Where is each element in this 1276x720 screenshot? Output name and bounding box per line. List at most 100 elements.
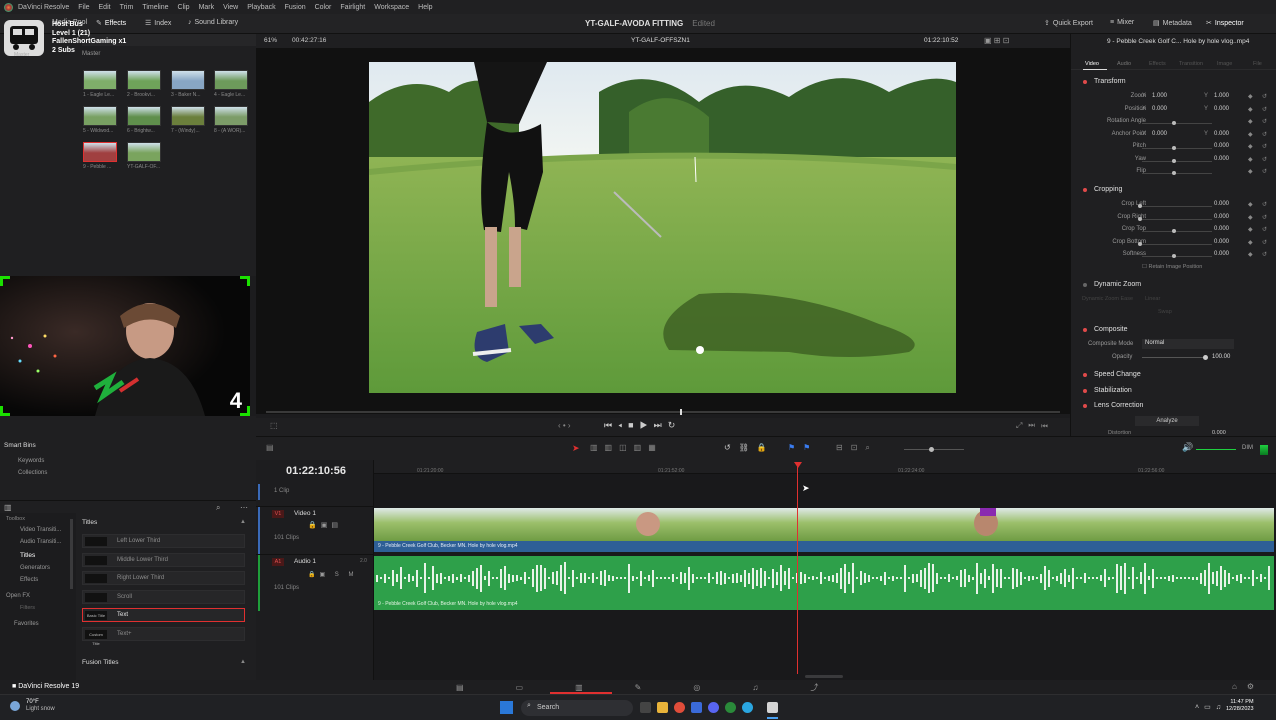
- quick-export-button[interactable]: ⇪ Quick Export: [1044, 19, 1093, 28]
- collapse-icon[interactable]: ▲: [240, 659, 246, 665]
- param-x-value[interactable]: 0.000: [1152, 131, 1167, 137]
- keyframe-icon[interactable]: ◆: [1248, 131, 1253, 138]
- selection-tool-icon[interactable]: ➤: [572, 443, 580, 454]
- scrubber-playhead[interactable]: [680, 409, 682, 415]
- tab-audio[interactable]: Audio: [1117, 61, 1131, 67]
- tree-titles[interactable]: Titles: [20, 552, 35, 559]
- tree-open-fx[interactable]: Open FX: [6, 593, 30, 599]
- media-clip-thumbnail[interactable]: [83, 106, 117, 126]
- menu-item[interactable]: Fusion: [285, 4, 306, 11]
- param-slider-knob[interactable]: [1172, 171, 1176, 175]
- weather-widget[interactable]: 70°F Light snow: [26, 699, 55, 713]
- tree-video-transitions[interactable]: Video Transiti...: [20, 527, 61, 533]
- inspector-param-row[interactable]: Crop Right 0.000 ◆ ↺: [1076, 214, 1276, 226]
- audio-track-controls[interactable]: 🔒▣ S M: [308, 571, 357, 578]
- menu-item[interactable]: Trim: [120, 4, 134, 11]
- tab-video[interactable]: Video: [1085, 61, 1099, 67]
- section-composite[interactable]: Composite: [1076, 324, 1276, 338]
- task-view-icon[interactable]: [640, 702, 651, 713]
- section-dynamic-zoom[interactable]: Dynamic Zoom: [1076, 279, 1276, 293]
- param-slider[interactable]: [1142, 173, 1212, 174]
- section-enabled-dot[interactable]: [1083, 389, 1087, 393]
- section-enabled-dot[interactable]: [1083, 404, 1087, 408]
- tree-filters[interactable]: Filters: [20, 605, 35, 611]
- param-y-value[interactable]: 1.000: [1214, 93, 1229, 99]
- menu-item[interactable]: View: [223, 4, 238, 11]
- reset-icon[interactable]: ↺: [1262, 251, 1267, 258]
- track-id-a1[interactable]: A1: [272, 558, 284, 566]
- timeline-scrollbar[interactable]: [805, 675, 843, 678]
- timeline-ruler[interactable]: 01:21:20:00 01:21:52:00 01:22:24:00 01:2…: [374, 460, 1276, 474]
- home-settings-icons[interactable]: ⌂⚙: [1232, 682, 1264, 691]
- tree-effects[interactable]: Effects: [20, 577, 38, 583]
- param-slider[interactable]: [1142, 123, 1212, 124]
- smart-bin-keywords[interactable]: Keywords: [18, 458, 44, 464]
- param-slider-knob[interactable]: [1172, 229, 1176, 233]
- param-value[interactable]: 0.000: [1214, 251, 1229, 257]
- edge-icon[interactable]: [742, 702, 753, 713]
- file-explorer-icon[interactable]: [657, 702, 668, 713]
- tree-audio-transitions[interactable]: Audio Transiti...: [20, 539, 61, 545]
- param-x-value[interactable]: 0.000: [1152, 106, 1167, 112]
- menu-item[interactable]: Mark: [199, 4, 215, 11]
- menu-item[interactable]: Edit: [99, 4, 111, 11]
- param-value[interactable]: 0.000: [1214, 226, 1229, 232]
- tab-transition[interactable]: Transition: [1179, 61, 1203, 67]
- tree-favorites[interactable]: Favorites: [14, 621, 39, 627]
- keyframe-icon[interactable]: ◆: [1248, 93, 1253, 100]
- inspector-param-row[interactable]: Flip ◆ ↺: [1076, 168, 1276, 180]
- section-transform[interactable]: Transform: [1076, 76, 1276, 90]
- param-value[interactable]: 0.000: [1214, 239, 1229, 245]
- title-template-item[interactable]: Left Lower Third: [82, 534, 245, 548]
- keyframe-icon[interactable]: ◆: [1248, 251, 1253, 258]
- tab-effects[interactable]: Effects: [1149, 61, 1166, 67]
- reset-icon[interactable]: ↺: [1262, 106, 1267, 113]
- reset-icon[interactable]: ↺: [1262, 226, 1267, 233]
- timeline-view-icon[interactable]: ▤: [266, 443, 274, 452]
- tab-file[interactable]: File: [1253, 61, 1262, 67]
- video-track-header[interactable]: V1 Video 1 🔒▣▤ 101 Clips: [256, 506, 374, 555]
- title-template-item[interactable]: Basic Title Text: [82, 608, 245, 622]
- section-enabled-dot[interactable]: [1083, 80, 1087, 84]
- viewer-scrubber[interactable]: [266, 411, 1060, 413]
- inspector-param-row[interactable]: Softness 0.000 ◆ ↺: [1076, 251, 1276, 263]
- reset-icon[interactable]: ↺: [1262, 156, 1267, 163]
- mixer-button[interactable]: ≡ Mixer: [1110, 19, 1134, 26]
- track-lock-icons[interactable]: 🔒▣▤: [308, 521, 342, 529]
- reset-icon[interactable]: ↺: [1262, 214, 1267, 221]
- section-lens-correction[interactable]: Lens Correction: [1076, 400, 1276, 414]
- media-clip-thumbnail[interactable]: [214, 106, 248, 126]
- inspector-param-row[interactable]: Crop Left 0.000 ◆ ↺: [1076, 201, 1276, 213]
- swap-button[interactable]: Swap: [1158, 309, 1172, 315]
- reset-icon[interactable]: ↺: [1262, 143, 1267, 150]
- volume-slider[interactable]: [1196, 449, 1236, 450]
- keyframe-icon[interactable]: ◆: [1248, 118, 1253, 125]
- resolve-taskbar-icon[interactable]: [767, 702, 778, 713]
- section-cropping[interactable]: Cropping: [1076, 184, 1276, 198]
- index-tab[interactable]: ☰ Index: [145, 19, 171, 28]
- video-track-name[interactable]: Video 1: [294, 510, 316, 517]
- section-speed-change[interactable]: Speed Change: [1076, 369, 1276, 383]
- menu-item[interactable]: Workspace: [374, 4, 409, 11]
- timeline-playhead[interactable]: [797, 466, 798, 674]
- section-enabled-dot[interactable]: [1083, 283, 1087, 287]
- param-x-value[interactable]: 1.000: [1152, 93, 1167, 99]
- param-slider[interactable]: [1142, 218, 1212, 220]
- reset-icon[interactable]: ↺: [1262, 168, 1267, 175]
- inspector-param-row[interactable]: Pitch 0.000 ◆ ↺: [1076, 143, 1276, 155]
- section-enabled-dot[interactable]: [1083, 328, 1087, 332]
- menu-item[interactable]: Help: [418, 4, 432, 11]
- metadata-button[interactable]: ▤ Metadata: [1153, 19, 1192, 28]
- weather-icon[interactable]: [10, 701, 20, 711]
- reset-icon[interactable]: ↺: [1262, 239, 1267, 246]
- taskbar-search[interactable]: Search: [521, 700, 633, 716]
- audio-track-name[interactable]: Audio 1: [294, 558, 316, 565]
- param-value[interactable]: 0.000: [1214, 143, 1229, 149]
- discord-icon[interactable]: [708, 702, 719, 713]
- audio-clip[interactable]: 9 - Pebble Creek Golf Club, Becker MN. H…: [374, 556, 1274, 610]
- media-clip-thumbnail[interactable]: [214, 70, 248, 90]
- dim-button[interactable]: DIM: [1242, 445, 1253, 451]
- keyframe-icon[interactable]: ◆: [1248, 143, 1253, 150]
- viewer-options-icon[interactable]: ▣ ⊞ ⊡: [984, 36, 1009, 45]
- inspector-button[interactable]: ✂ Inspector: [1206, 19, 1244, 28]
